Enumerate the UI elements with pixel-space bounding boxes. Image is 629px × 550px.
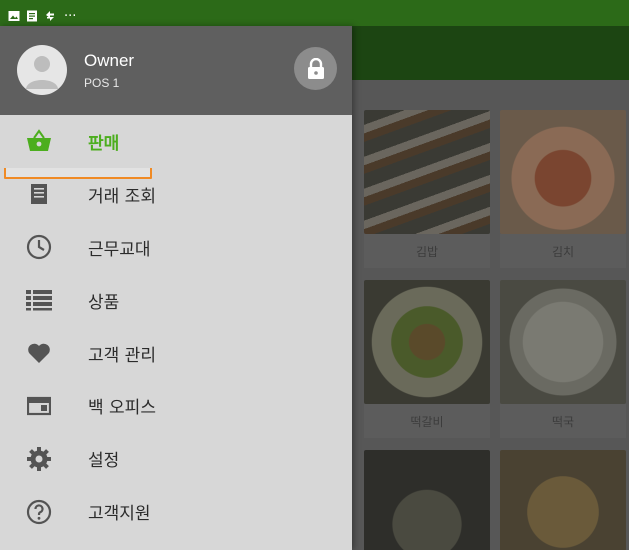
menu-item-settings[interactable]: 설정 — [0, 432, 352, 485]
menu-item-shift[interactable]: 근무교대 — [0, 221, 352, 274]
receipt-icon — [24, 179, 54, 209]
product-photo — [364, 450, 490, 550]
menu-item-transactions[interactable]: 거래 조회 — [0, 168, 352, 221]
sync-icon — [44, 7, 56, 21]
status-overflow: ... — [64, 5, 77, 20]
product-label: 김밥 — [364, 234, 490, 268]
product-label: 떡국 — [500, 404, 626, 438]
user-name: Owner — [84, 51, 135, 70]
lock-button[interactable] — [294, 47, 337, 90]
clock-icon — [24, 232, 54, 262]
menu-item-label: 백 오피스 — [88, 398, 156, 419]
basket-icon — [24, 126, 54, 156]
user-icon — [26, 56, 58, 89]
product-photo — [364, 280, 490, 404]
avatar[interactable] — [17, 45, 67, 95]
drawer-menu: 판매 거래 조회 근무교대 상품 고객 관리 백 오피스 설정 고객지원 — [0, 115, 352, 538]
status-bar: ... — [0, 0, 629, 26]
menu-item-customers[interactable]: 고객 관리 — [0, 327, 352, 380]
drawer-header: Owner POS 1 — [0, 26, 352, 115]
gear-icon — [24, 444, 54, 474]
menu-item-support[interactable]: 고객지원 — [0, 485, 352, 538]
menu-item-label: 판매 — [88, 133, 120, 154]
menu-item-products[interactable]: 상품 — [0, 274, 352, 327]
product-tile[interactable]: 김치 — [500, 110, 626, 268]
menu-item-label: 근무교대 — [88, 239, 151, 260]
document-icon — [26, 7, 38, 22]
product-photo — [500, 450, 626, 550]
product-label: 떡갈비 — [364, 404, 490, 438]
product-tile[interactable] — [500, 450, 626, 550]
heart-icon — [24, 338, 54, 368]
menu-item-label: 상품 — [88, 292, 120, 313]
product-photo — [500, 280, 626, 404]
product-tile[interactable]: 김밥 — [364, 110, 490, 268]
menu-item-backoffice[interactable]: 백 오피스 — [0, 379, 352, 432]
navigation-drawer: Owner POS 1 판매 거래 조회 근무교대 상품 고객 관리 백 오피스… — [0, 26, 352, 550]
pos-label: POS 1 — [84, 76, 120, 90]
product-photo — [364, 110, 490, 234]
menu-item-sales[interactable]: 판매 — [0, 115, 352, 168]
menu-item-label: 고객지원 — [88, 504, 151, 525]
product-photo — [500, 110, 626, 234]
image-icon — [8, 7, 20, 21]
product-tile[interactable]: 떡국 — [500, 280, 626, 438]
menu-item-label: 고객 관리 — [88, 345, 156, 366]
menu-item-label: 설정 — [88, 451, 120, 472]
product-label: 김치 — [500, 234, 626, 268]
menu-item-label: 거래 조회 — [88, 186, 156, 207]
backoffice-icon — [24, 391, 54, 421]
list-icon — [24, 285, 54, 315]
product-tile[interactable] — [364, 450, 490, 550]
lock-icon — [307, 57, 324, 79]
help-icon — [24, 497, 54, 527]
product-tile[interactable]: 떡갈비 — [364, 280, 490, 438]
